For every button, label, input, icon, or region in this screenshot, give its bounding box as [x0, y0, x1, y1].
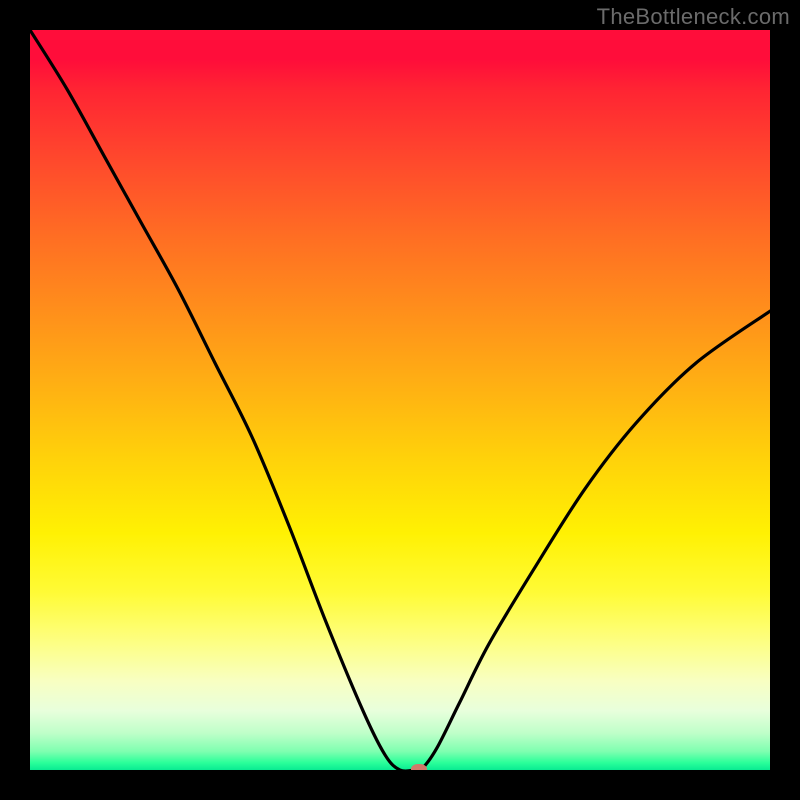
plot-area [30, 30, 770, 770]
watermark-text: TheBottleneck.com [597, 4, 790, 30]
optimal-point-marker [411, 764, 427, 770]
bottleneck-curve [30, 30, 770, 770]
chart-frame: TheBottleneck.com [0, 0, 800, 800]
curve-svg [30, 30, 770, 770]
